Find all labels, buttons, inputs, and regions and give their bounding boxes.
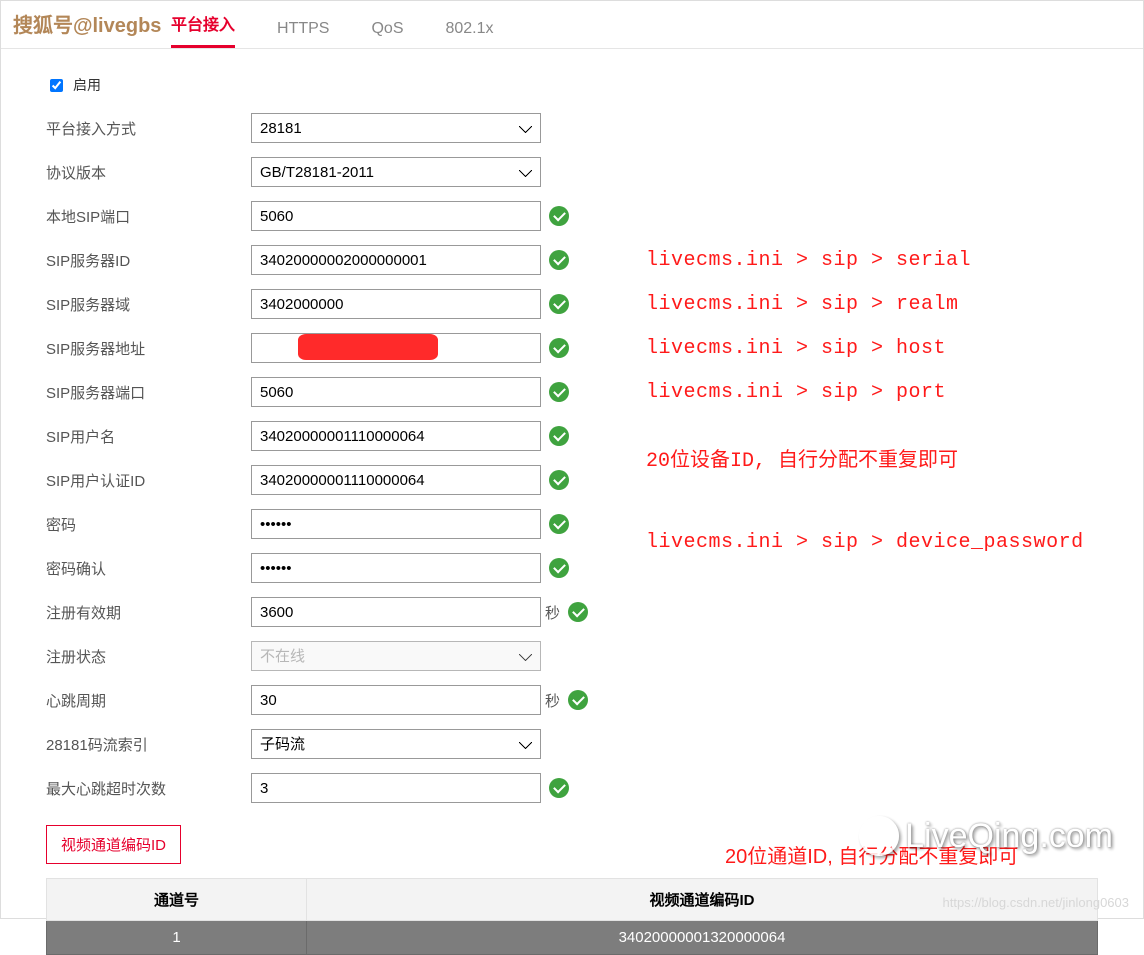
- liveqing-watermark: LiveQing.com: [859, 816, 1113, 856]
- reg-status-select: 不在线: [251, 641, 541, 671]
- play-circle-icon: [859, 816, 899, 856]
- heartbeat-unit: 秒: [545, 690, 560, 711]
- csdn-watermark: https://blog.csdn.net/jinlong0603: [943, 895, 1129, 910]
- password-label: 密码: [46, 514, 251, 535]
- check-icon: [568, 690, 588, 710]
- sip-server-id-label: SIP服务器ID: [46, 250, 251, 271]
- tab-8021x[interactable]: 802.1x: [445, 20, 493, 48]
- tab-bar: 平台接入 HTTPS QoS 802.1x: [1, 1, 1143, 49]
- note-device-password: livecms.ini > sip > device_password: [646, 531, 1084, 554]
- check-icon: [549, 250, 569, 270]
- max-hb-timeout-label: 最大心跳超时次数: [46, 778, 251, 799]
- check-icon: [549, 514, 569, 534]
- check-icon: [568, 602, 588, 622]
- access-method-select[interactable]: 28181: [251, 113, 541, 143]
- local-sip-port-label: 本地SIP端口: [46, 206, 251, 227]
- cell-channel: 1: [47, 921, 307, 955]
- video-channel-id-button[interactable]: 视频通道编码ID: [46, 825, 181, 864]
- note-realm: livecms.ini > sip > realm: [646, 293, 959, 316]
- sip-server-realm-input[interactable]: [251, 289, 541, 319]
- sip-user-label: SIP用户名: [46, 426, 251, 447]
- stream-index-label: 28181码流索引: [46, 734, 251, 755]
- local-sip-port-input[interactable]: [251, 201, 541, 231]
- max-hb-time--input: [251, 773, 541, 803]
- sohu-watermark: 搜狐号@livegbs: [13, 9, 161, 38]
- sip-server-id-input[interactable]: [251, 245, 541, 275]
- heartbeat-input[interactable]: [251, 685, 541, 715]
- tab-platform-access[interactable]: 平台接入: [171, 11, 235, 48]
- sip-server-realm-label: SIP服务器域: [46, 294, 251, 315]
- col-channel: 通道号: [47, 879, 307, 921]
- check-icon: [549, 778, 569, 798]
- protocol-version-label: 协议版本: [46, 162, 251, 183]
- channel-table: 通道号 视频通道编码ID 1 34020000001320000064: [46, 878, 1098, 955]
- protocol-version-select[interactable]: GB/T28181-2011: [251, 157, 541, 187]
- tab-qos[interactable]: QoS: [371, 20, 403, 48]
- table-row[interactable]: 1 34020000001320000064: [47, 921, 1098, 955]
- sip-server-port-input[interactable]: [251, 377, 541, 407]
- redaction-mark: [298, 334, 438, 360]
- check-icon: [549, 206, 569, 226]
- stream-index-select[interactable]: 子码流: [251, 729, 541, 759]
- enable-checkbox[interactable]: [50, 79, 63, 92]
- sip-auth-id-label: SIP用户认证ID: [46, 470, 251, 491]
- sip-server-port-label: SIP服务器端口: [46, 382, 251, 403]
- sip-user-input[interactable]: [251, 421, 541, 451]
- note-host: livecms.ini > sip > host: [646, 337, 946, 360]
- check-icon: [549, 338, 569, 358]
- check-icon: [549, 426, 569, 446]
- sip-auth-id-input[interactable]: [251, 465, 541, 495]
- check-icon: [549, 382, 569, 402]
- password-confirm-label: 密码确认: [46, 558, 251, 579]
- reg-expiry-input[interactable]: [251, 597, 541, 627]
- password-confirm-input[interactable]: [251, 553, 541, 583]
- heartbeat-label: 心跳周期: [46, 690, 251, 711]
- note-serial: livecms.ini > sip > serial: [646, 249, 971, 272]
- check-icon: [549, 470, 569, 490]
- access-method-label: 平台接入方式: [46, 118, 251, 139]
- sip-server-addr-label: SIP服务器地址: [46, 338, 251, 359]
- enable-label: 启用: [73, 75, 101, 95]
- reg-status-label: 注册状态: [46, 646, 251, 667]
- reg-expiry-unit: 秒: [545, 602, 560, 623]
- check-icon: [549, 558, 569, 578]
- password-input[interactable]: [251, 509, 541, 539]
- tab-https[interactable]: HTTPS: [277, 20, 329, 48]
- reg-expiry-label: 注册有效期: [46, 602, 251, 623]
- note-port: livecms.ini > sip > port: [646, 381, 946, 404]
- check-icon: [549, 294, 569, 314]
- cell-channel-id: 34020000001320000064: [307, 921, 1098, 955]
